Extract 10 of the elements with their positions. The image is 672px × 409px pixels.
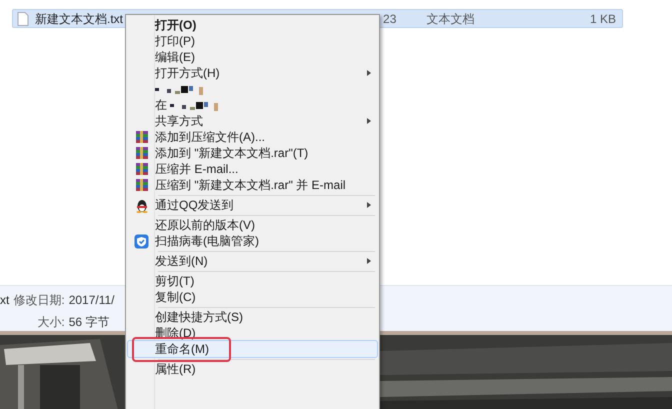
details-file-name: xt bbox=[0, 292, 10, 309]
details-label: 修改日期: bbox=[13, 292, 65, 309]
file-name: 新建文本文档.txt bbox=[35, 10, 124, 28]
file-size: 1 KB bbox=[590, 10, 616, 28]
file-date: 23 bbox=[383, 10, 396, 28]
menu-item-label: 在 bbox=[155, 97, 167, 114]
details-value: 56 字节 bbox=[68, 314, 110, 330]
details-value: 2017/11/ bbox=[68, 292, 115, 309]
file-type: 文本文档 bbox=[426, 10, 474, 28]
details-label: 大小: bbox=[36, 314, 65, 330]
